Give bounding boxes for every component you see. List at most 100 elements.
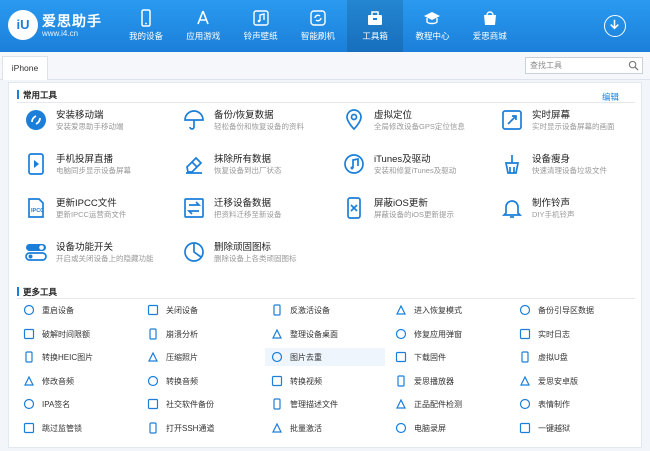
batch-activate-icon bbox=[271, 422, 283, 434]
tool-title: 实时屏幕 bbox=[532, 110, 571, 121]
more-tool-item[interactable]: IPA签名 bbox=[17, 395, 137, 413]
graduation-cap-icon bbox=[422, 8, 442, 28]
more-tool-label: 一键越狱 bbox=[538, 423, 570, 433]
tool-card[interactable]: 抹除所有数据 恢复设备到出厂状态 bbox=[175, 149, 330, 189]
more-tool-item[interactable]: 反激活设备 bbox=[265, 301, 385, 319]
itunes-icon bbox=[342, 152, 366, 176]
more-tool-item[interactable]: 重启设备 bbox=[17, 301, 137, 319]
more-tool-label: 关闭设备 bbox=[166, 306, 198, 315]
organize-desktop-icon bbox=[271, 328, 283, 340]
phone-icon bbox=[136, 8, 156, 28]
tool-card[interactable]: IPCC 更新IPCC文件 更新IPCC运营商文件 bbox=[17, 193, 172, 233]
more-tool-item[interactable]: 打开SSH通道 bbox=[141, 419, 261, 437]
more-tool-item[interactable]: 转换视频 bbox=[265, 372, 385, 390]
toggle-icon bbox=[24, 240, 48, 264]
hourglass-icon bbox=[23, 328, 35, 340]
more-tool-label: 虚拟U盘 bbox=[538, 353, 568, 362]
search-box[interactable] bbox=[525, 57, 643, 74]
tool-card[interactable]: iTunes及驱动 安装和修复iTunes及驱动 bbox=[335, 149, 490, 189]
download-icon bbox=[610, 19, 619, 30]
app-title: 爱思助手 bbox=[42, 13, 102, 29]
more-tool-item[interactable]: 社交软件备份 bbox=[141, 395, 261, 413]
tool-title: 手机投屏直播 bbox=[56, 154, 114, 165]
nav-item[interactable]: 爱思商城 bbox=[462, 0, 518, 52]
app-store-icon bbox=[193, 8, 213, 28]
more-tool-label: 破解时间限额 bbox=[42, 329, 90, 339]
nav-item[interactable]: 应用游戏 bbox=[175, 0, 231, 52]
top-header: iU 爱思助手 www.i4.cn 我的设备 应用游戏 铃声壁纸 智能刷机 工具箱 教程中… bbox=[0, 0, 650, 52]
tool-desc: 开启或关闭设备上的隐藏功能 bbox=[56, 254, 154, 263]
more-tool-item[interactable]: 崩溃分析 bbox=[141, 325, 261, 343]
more-tool-item[interactable]: 管理描述文件 bbox=[265, 395, 385, 413]
svg-text:IPCC: IPCC bbox=[31, 208, 44, 214]
more-tool-item[interactable]: 正品配件检测 bbox=[389, 395, 509, 413]
emoji-icon bbox=[519, 398, 531, 410]
more-tool-item[interactable]: 备份引导区数据 bbox=[513, 301, 633, 319]
nav-item[interactable]: 工具箱 bbox=[347, 0, 404, 52]
more-tool-label: 跳过监管锁 bbox=[42, 423, 82, 433]
more-tool-item[interactable]: 破解时间限额 bbox=[17, 325, 137, 343]
screen-record-icon bbox=[395, 422, 407, 434]
nav-item[interactable]: 教程中心 bbox=[404, 0, 460, 52]
tool-card[interactable]: 安装移动端 安装爱思助手移动端 bbox=[17, 105, 172, 145]
nav-item[interactable]: 智能刷机 bbox=[290, 0, 346, 52]
tool-card[interactable]: 虚拟定位 全局修改设备GPS定位信息 bbox=[335, 105, 490, 145]
more-tool-item[interactable]: 转换音频 bbox=[141, 372, 261, 390]
tool-card[interactable]: 删除顽固图标 删除设备上各类顽固图标 bbox=[175, 237, 330, 277]
download-button[interactable] bbox=[604, 15, 626, 37]
more-tool-item[interactable]: 电脑录屏 bbox=[389, 419, 509, 437]
more-tool-item[interactable]: 关闭设备 bbox=[141, 301, 261, 319]
more-tool-item[interactable]: 跳过监管锁 bbox=[17, 419, 137, 437]
more-tool-item[interactable]: 爱思播放器 bbox=[389, 372, 509, 390]
tool-card[interactable]: 备份/恢复数据 轻松备份和恢复设备的资料 bbox=[175, 105, 330, 145]
more-tool-label: 表情制作 bbox=[538, 400, 570, 409]
tool-card[interactable]: 设备瘦身 快速清理设备垃圾文件 bbox=[493, 149, 648, 189]
toolbox-icon bbox=[365, 8, 385, 28]
backup-boot-icon bbox=[519, 304, 531, 316]
more-tool-item[interactable]: 压缩照片 bbox=[141, 348, 261, 366]
tool-card[interactable]: 实时屏幕 实时显示设备屏幕的画面 bbox=[493, 105, 648, 145]
refresh-box-icon bbox=[308, 8, 328, 28]
more-tool-label: 管理描述文件 bbox=[290, 400, 338, 409]
tool-desc: 屏蔽设备的iOS更新提示 bbox=[374, 210, 455, 219]
nav-label: 工具箱 bbox=[362, 31, 388, 41]
more-tool-item[interactable]: 爱思安卓版 bbox=[513, 372, 633, 390]
more-tool-label: 反激活设备 bbox=[290, 306, 330, 315]
more-tool-item[interactable]: 修复应用弹窗 bbox=[389, 325, 509, 343]
more-tool-item[interactable]: 批量激活 bbox=[265, 419, 385, 437]
more-tool-item[interactable]: 修改音频 bbox=[17, 372, 137, 390]
tool-card[interactable]: 手机投屏直播 电脑同步显示设备屏幕 bbox=[17, 149, 172, 189]
more-tool-label: 崩溃分析 bbox=[166, 329, 198, 339]
more-tool-item[interactable]: 表情制作 bbox=[513, 395, 633, 413]
more-tool-item[interactable]: 进入恢复模式 bbox=[389, 301, 509, 319]
tab-iphone[interactable]: iPhone bbox=[2, 56, 48, 80]
tool-card[interactable]: 屏蔽iOS更新 屏蔽设备的iOS更新提示 bbox=[335, 193, 490, 233]
tool-title: 迁移设备数据 bbox=[214, 198, 272, 209]
more-tool-item[interactable]: 实时日志 bbox=[513, 325, 633, 343]
log-icon bbox=[519, 328, 531, 340]
more-tool-item[interactable]: 整理设备桌面 bbox=[265, 325, 385, 343]
search-icon[interactable] bbox=[628, 60, 639, 71]
search-input[interactable] bbox=[526, 58, 622, 73]
more-tool-item[interactable]: 虚拟U盘 bbox=[513, 348, 633, 366]
tool-card[interactable]: 制作铃声 DIY手机铃声 bbox=[493, 193, 648, 233]
tool-title: 虚拟定位 bbox=[374, 110, 413, 121]
more-tool-label: 修改音频 bbox=[42, 376, 74, 386]
tool-title: 删除顽固图标 bbox=[214, 242, 272, 253]
tool-card[interactable]: 设备功能开关 开启或关闭设备上的隐藏功能 bbox=[17, 237, 172, 277]
tool-desc: 恢复设备到出厂状态 bbox=[214, 166, 282, 175]
more-tool-item[interactable]: 下载固件 bbox=[389, 348, 509, 366]
download-firmware-icon bbox=[395, 351, 407, 363]
nav-item[interactable]: 铃声壁纸 bbox=[233, 0, 289, 52]
more-tool-item[interactable]: 一键越狱 bbox=[513, 419, 633, 437]
common-tools-heading: 常用工具 bbox=[17, 89, 57, 101]
tool-title: 备份/恢复数据 bbox=[214, 110, 274, 121]
install-mobile-icon bbox=[24, 108, 48, 132]
more-tool-label: 压缩照片 bbox=[166, 353, 198, 362]
tool-card[interactable]: 迁移设备数据 把资料迁移至新设备 bbox=[175, 193, 330, 233]
nav-item[interactable]: 我的设备 bbox=[118, 0, 174, 52]
store-icon bbox=[480, 8, 500, 28]
more-tool-label: 实时日志 bbox=[538, 329, 570, 339]
more-tool-item[interactable]: 转换HEIC图片 bbox=[17, 348, 137, 366]
more-tool-item[interactable]: 图片去重 bbox=[265, 348, 385, 366]
